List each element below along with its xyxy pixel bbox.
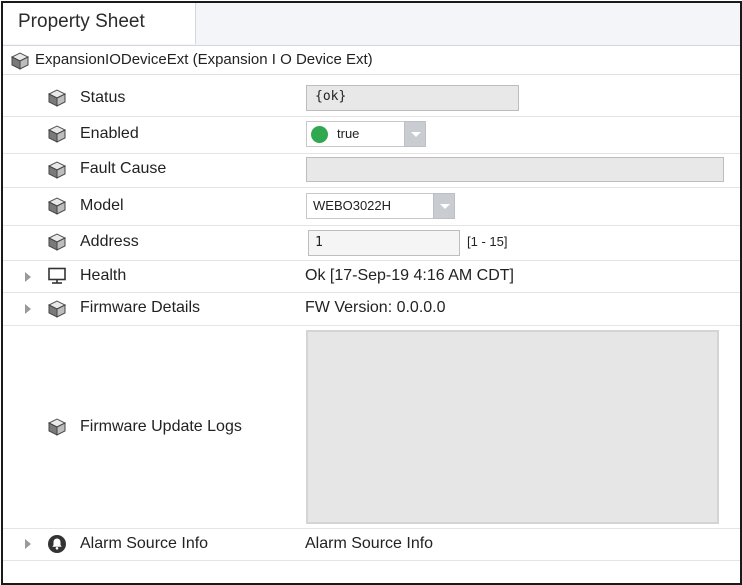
expand-arrow-icon[interactable] [25, 539, 31, 549]
cube-icon [47, 300, 67, 318]
status-dot-icon [311, 126, 328, 143]
monitor-icon [48, 267, 66, 284]
fault-cause-label: Fault Cause [80, 160, 167, 177]
tab-bar: Property Sheet [3, 3, 740, 46]
status-label: Status [80, 89, 126, 106]
firmware-details-label: Firmware Details [80, 299, 201, 316]
expand-arrow-icon[interactable] [25, 304, 31, 314]
enabled-dropdown[interactable]: true [306, 121, 426, 147]
chevron-down-icon[interactable] [404, 121, 426, 147]
model-value: WEBO3022H [313, 198, 392, 213]
health-value: Ok [17-Sep-19 4:16 AM CDT] [305, 267, 514, 284]
chevron-down-icon[interactable] [433, 193, 455, 219]
row-health[interactable]: Health Ok [17-Sep-19 4:16 AM CDT] [3, 261, 740, 293]
row-fault-cause[interactable]: Fault Cause [3, 154, 740, 188]
firmware-logs-textarea[interactable] [306, 330, 719, 524]
enabled-label: Enabled [80, 125, 139, 142]
health-label: Health [80, 267, 127, 284]
model-label: Model [80, 197, 124, 214]
row-address[interactable]: Address 1 [1 - 15] [3, 226, 740, 261]
tab-label: Property Sheet [18, 11, 145, 32]
property-sheet-window: Property Sheet ExpansionIODeviceExt (Exp… [1, 1, 742, 585]
address-label: Address [80, 233, 139, 250]
cube-icon [10, 52, 30, 70]
firmware-logs-label: Firmware Update Logs [80, 418, 242, 435]
fault-cause-box [306, 157, 724, 182]
address-value: 1 [315, 235, 323, 250]
address-input[interactable]: 1 [308, 230, 460, 256]
cube-icon [47, 197, 67, 215]
component-header[interactable]: ExpansionIODeviceExt (Expansion I O Devi… [3, 46, 740, 75]
tab-property-sheet[interactable]: Property Sheet [3, 3, 196, 44]
model-dropdown[interactable]: WEBO3022H [306, 193, 455, 219]
cube-icon [47, 233, 67, 251]
alarm-icon [48, 535, 66, 553]
alarm-source-value: Alarm Source Info [305, 535, 434, 552]
row-alarm-source-info[interactable]: Alarm Source Info Alarm Source Info [3, 529, 740, 561]
component-title: ExpansionIODeviceExt (Expansion I O Devi… [35, 51, 373, 68]
cube-icon [47, 161, 67, 179]
expand-arrow-icon[interactable] [25, 272, 31, 282]
status-value-box: {ok} [306, 85, 519, 111]
address-range: [1 - 15] [467, 234, 508, 249]
enabled-value: true [337, 126, 360, 141]
cube-icon [47, 125, 67, 143]
cube-icon [47, 89, 67, 107]
cube-icon [47, 418, 67, 436]
status-value: {ok} [315, 89, 347, 104]
row-model[interactable]: Model WEBO3022H [3, 188, 740, 226]
row-enabled[interactable]: Enabled true [3, 117, 740, 154]
alarm-source-label: Alarm Source Info [80, 535, 209, 552]
firmware-version: FW Version: 0.0.0.0 [305, 299, 446, 316]
row-firmware-details[interactable]: Firmware Details FW Version: 0.0.0.0 [3, 293, 740, 326]
row-status[interactable]: Status {ok} [3, 82, 740, 117]
